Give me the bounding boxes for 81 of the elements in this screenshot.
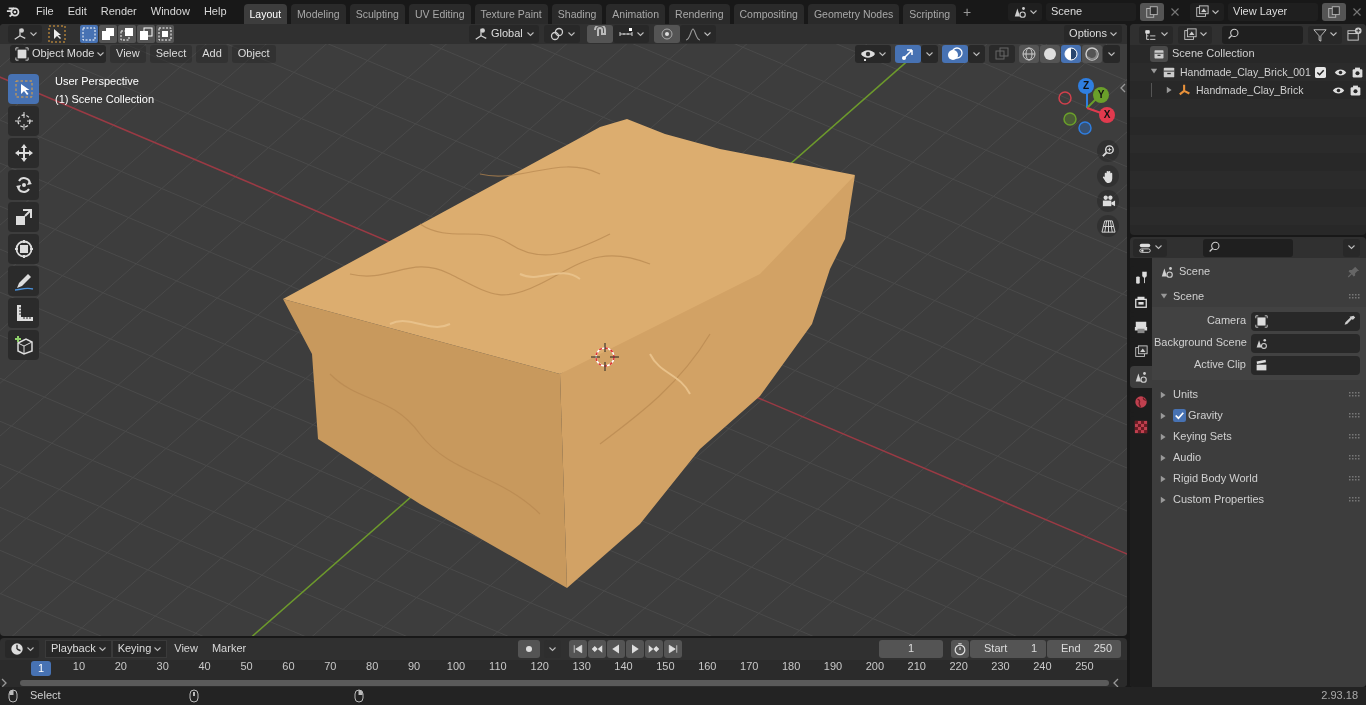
version-text: 2.93.18 xyxy=(1321,689,1358,703)
menu-item[interactable]: Help xyxy=(196,5,234,19)
current-frame-field[interactable]: 1 xyxy=(879,640,943,658)
frame-number: 110 xyxy=(488,660,508,674)
orientation-dropdown[interactable]: Global xyxy=(469,25,539,43)
menu-item[interactable]: Window xyxy=(143,5,197,19)
status-action: Select xyxy=(30,689,61,703)
panel-title[interactable]: Units xyxy=(1173,387,1344,402)
context-title: Scene xyxy=(1179,265,1212,279)
add-workspace-button[interactable]: + xyxy=(956,3,979,21)
frame-number: 240 xyxy=(1032,660,1053,674)
options-dropdown[interactable]: Options xyxy=(1064,25,1122,43)
frame-number: 200 xyxy=(864,660,886,674)
frame-number: 120 xyxy=(529,660,550,674)
field-label: Background Scene xyxy=(1154,336,1246,350)
orientation-label: Global xyxy=(491,27,524,41)
panel-title[interactable]: Gravity xyxy=(1188,408,1344,423)
outliner-item[interactable]: Handmade_Clay_Brick xyxy=(1196,83,1328,97)
frame-number: 90 xyxy=(406,660,422,674)
frame-number: 250 xyxy=(1074,660,1095,674)
frame-number: 220 xyxy=(948,660,969,674)
frame-number: 230 xyxy=(990,660,1011,674)
workspace-tab[interactable]: Scripting xyxy=(903,4,957,24)
frame-number: 130 xyxy=(571,660,592,674)
menu-item[interactable]: Add xyxy=(196,45,228,63)
workspace-tab[interactable]: Compositing xyxy=(733,4,804,24)
frame-number: 50 xyxy=(239,660,254,674)
workspace-tab[interactable]: Sculpting xyxy=(349,4,405,24)
frame-number: 160 xyxy=(697,660,718,674)
axis-handle[interactable]: Y xyxy=(1093,87,1109,103)
playhead[interactable]: 1 xyxy=(31,661,51,676)
view-layer-name-field[interactable]: View Layer xyxy=(1228,3,1318,21)
workspace-tab[interactable]: Rendering xyxy=(669,4,730,24)
frame-number: 150 xyxy=(655,660,676,674)
scene-name-field[interactable]: Scene xyxy=(1046,3,1136,21)
end-frame-field[interactable]: End 250 xyxy=(1047,640,1121,658)
frame-number: 140 xyxy=(613,660,634,674)
menu-item[interactable]: Select xyxy=(149,45,193,63)
outliner-item[interactable]: Handmade_Clay_Brick_001 xyxy=(1180,65,1311,79)
menu-item[interactable]: Edit xyxy=(60,5,94,19)
menu-item[interactable]: Marker xyxy=(204,642,254,656)
viewport-info-text: (1) Scene Collection xyxy=(55,93,155,107)
frame-number: 100 xyxy=(445,660,467,674)
workspace-tab[interactable]: Shading xyxy=(551,4,603,24)
panel-title[interactable]: Audio xyxy=(1173,450,1344,465)
workspace-tab[interactable]: Geometry Nodes xyxy=(807,4,900,24)
menu-dropdown[interactable]: Keying xyxy=(111,640,168,658)
panel-title[interactable]: Keying Sets xyxy=(1173,429,1344,444)
field-label: Active Clip xyxy=(1193,358,1246,372)
field-label: Camera xyxy=(1205,314,1246,328)
frame-number: 180 xyxy=(780,660,802,674)
outliner-item[interactable]: Scene Collection xyxy=(1172,47,1255,61)
workspace-tab[interactable]: Modeling xyxy=(291,4,346,24)
menu-item[interactable]: Object xyxy=(231,45,276,63)
frame-number: 70 xyxy=(323,660,338,674)
frame-number: 60 xyxy=(281,660,296,674)
menu-item[interactable]: Render xyxy=(93,5,144,19)
viewport-info-text: User Perspective xyxy=(55,75,140,89)
workspace-tab[interactable]: Layout xyxy=(243,4,288,24)
frame-number: 40 xyxy=(197,660,212,674)
menu-dropdown[interactable]: Playback xyxy=(45,640,112,658)
menu-item[interactable]: View xyxy=(167,642,205,656)
menu-item[interactable]: View xyxy=(110,45,146,63)
frame-number: 10 xyxy=(71,660,87,674)
axis-handle[interactable]: Z xyxy=(1078,78,1094,94)
frame-number: 20 xyxy=(113,660,128,674)
panel-title[interactable]: Rigid Body World xyxy=(1173,471,1344,486)
workspace-tab[interactable]: Animation xyxy=(606,4,666,24)
start-frame-field[interactable]: Start 1 xyxy=(970,640,1046,658)
menu-item[interactable]: File xyxy=(29,5,61,19)
frame-number: 80 xyxy=(365,660,380,674)
panel-title[interactable]: Custom Properties xyxy=(1173,492,1344,507)
panel-title[interactable]: Scene xyxy=(1173,289,1344,304)
frame-number: 190 xyxy=(822,660,844,674)
workspace-tab[interactable]: Texture Paint xyxy=(474,4,548,24)
workspace-tab[interactable]: UV Editing xyxy=(408,4,471,24)
frame-number: 210 xyxy=(906,660,927,674)
mode-dropdown[interactable]: Object Mode xyxy=(10,45,106,63)
frame-number: 170 xyxy=(739,660,760,674)
axis-handle[interactable]: X xyxy=(1099,107,1115,123)
frame-number: 30 xyxy=(155,660,170,674)
